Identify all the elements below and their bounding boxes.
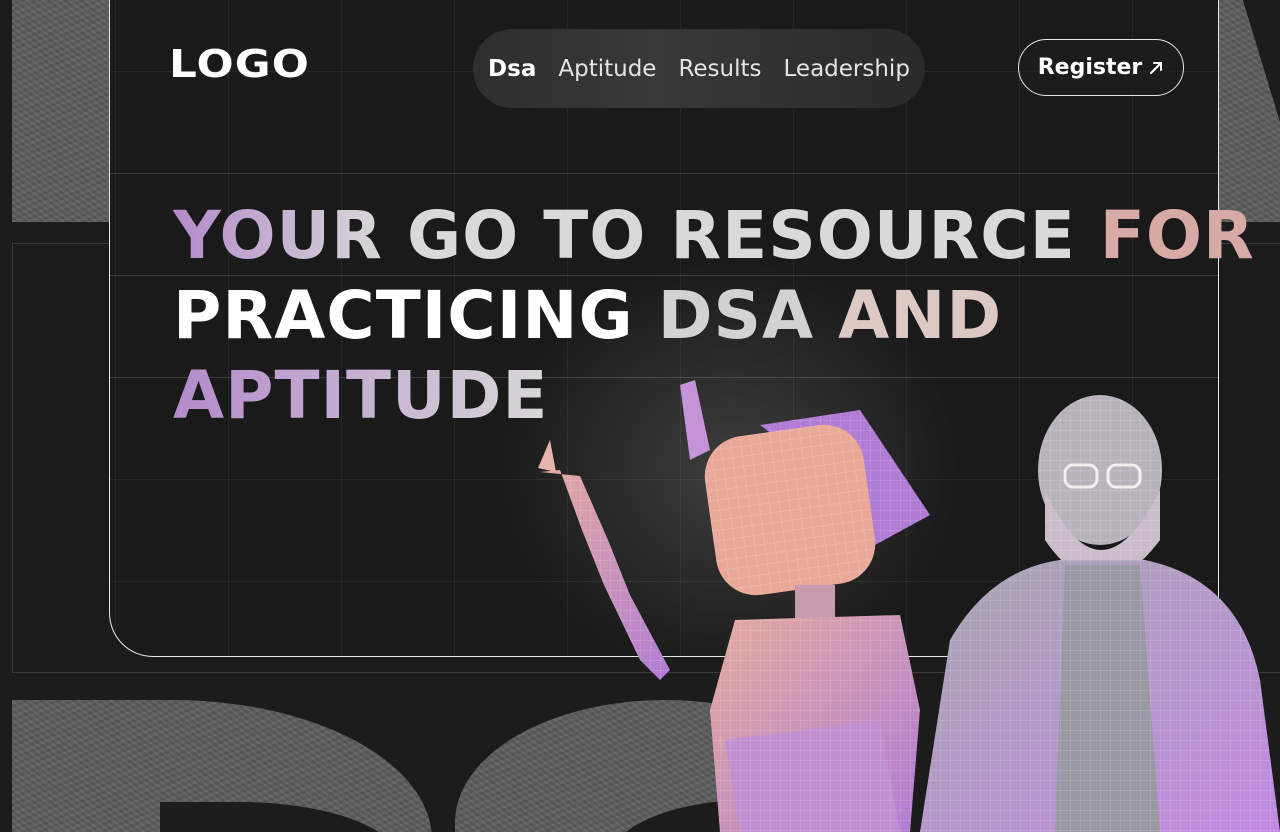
register-button[interactable]: Register (1018, 39, 1184, 96)
bg-letter-fragment (12, 0, 110, 222)
nav-item-results[interactable]: Results (678, 56, 761, 82)
headline-line-2: PRACTICING DSA AND (173, 276, 1183, 356)
headline-word: AND (838, 277, 1003, 354)
headline-line-1: YOUR GO TO RESOURCE FOR (173, 196, 1254, 276)
divider-line (110, 173, 1218, 174)
main-nav: Dsa Aptitude Results Leadership (473, 29, 925, 108)
register-label: Register (1037, 55, 1143, 80)
nav-item-aptitude[interactable]: Aptitude (558, 56, 656, 82)
headline-word: DSA (657, 277, 815, 354)
bg-letter-fragment (1218, 0, 1280, 222)
robot-figure (538, 380, 930, 832)
headline-word: PRACTICING (173, 277, 634, 354)
headline-word: APTITUDE (173, 357, 549, 434)
arrow-up-right-icon (1150, 61, 1163, 74)
nav-item-dsa[interactable]: Dsa (488, 56, 536, 82)
hero-illustration (538, 380, 1280, 832)
headline-word: FOR (1099, 197, 1255, 274)
nav-item-leadership[interactable]: Leadership (784, 56, 910, 82)
logo[interactable]: LOGO (169, 44, 310, 84)
headline-word: GO TO RESOURCE (406, 197, 1076, 274)
bearded-man-figure (920, 395, 1280, 832)
headline-word: YOUR (173, 197, 383, 274)
page: LOGO Dsa Aptitude Results Leadership Reg… (0, 0, 1280, 832)
bg-letter-fragment (12, 700, 432, 832)
bg-letter-counter (160, 802, 400, 832)
